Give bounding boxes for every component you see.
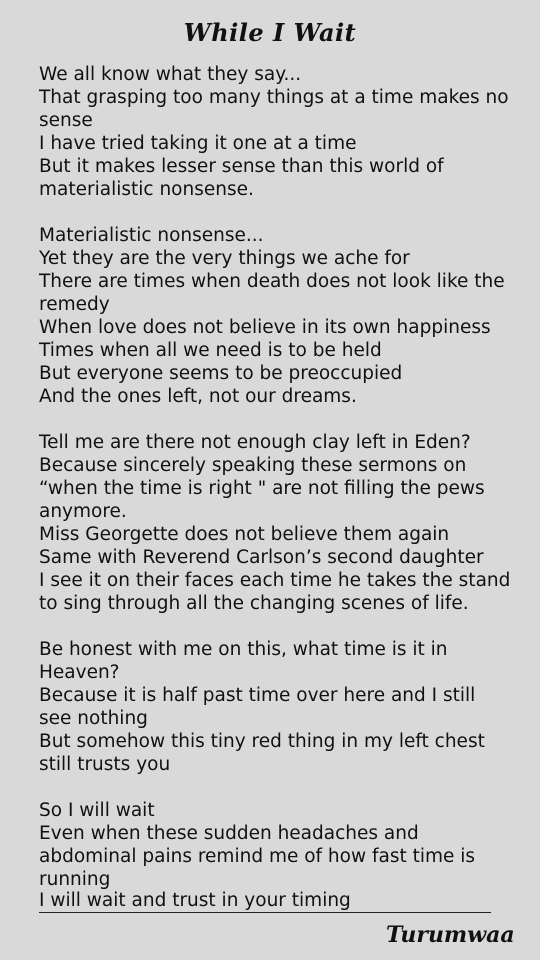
poem-line: There are times when death does not look… [39,271,505,292]
poem-line: But it makes lesser sense than this worl… [39,156,444,177]
poem-page: While I Wait We all know what they say..… [0,0,540,960]
poem-line: Yet they are the very things we ache for [39,248,410,269]
poem-line: Tell me are there not enough clay left i… [39,432,471,453]
poem-line: materialistic nonsense. [39,179,254,200]
poem-line: We all know what they say... [39,64,302,85]
poem-line: Same with Reverend Carlson’s second daug… [39,547,484,568]
poem-last-line-underlined: I will wait and trust in your timing [39,891,491,913]
poem-line: Heaven? [39,662,120,683]
poem-line: Because sincerely speaking these sermons… [39,455,467,476]
poem-body: We all know what they say... That graspi… [39,63,529,913]
poem-line: to sing through all the changing scenes … [39,593,469,614]
poem-line: anymore. [39,501,127,522]
poem-line: Materialistic nonsense... [39,225,264,246]
poem-line: running [39,869,111,890]
poem-line: So I will wait [39,800,155,821]
poem-title: While I Wait [183,18,357,47]
poem-line: Even when these sudden headaches and [39,823,419,844]
poem-line: I see it on their faces each time he tak… [39,570,511,591]
poem-line: But somehow this tiny red thing in my le… [39,731,485,752]
poem-line: sense [39,110,93,131]
poem-line: still trusts you [39,754,171,775]
poem-line: abdominal pains remind me of how fast ti… [39,846,476,867]
poem-line: And the ones left, not our dreams. [39,386,357,407]
stanza-3: Tell me are there not enough clay left i… [39,431,529,615]
poem-line: “when the time is right " are not fillin… [39,478,485,499]
poem-line: Miss Georgette does not believe them aga… [39,524,450,545]
poem-line: But everyone seems to be preoccupied [39,363,403,384]
stanza-4: Be honest with me on this, what time is … [39,638,529,776]
poem-line: Times when all we need is to be held [39,340,382,361]
poem-line: When love does not believe in its own ha… [39,317,491,338]
stanza-5: So I will wait Even when these sudden he… [39,799,529,913]
poem-line: Be honest with me on this, what time is … [39,639,448,660]
author-signature: Turumwaa [386,922,515,948]
poem-line: Because it is half past time over here a… [39,685,476,706]
poem-line: remedy [39,294,110,315]
stanza-1: We all know what they say... That graspi… [39,63,529,201]
poem-line: see nothing [39,708,148,729]
poem-line: I have tried taking it one at a time [39,133,357,154]
poem-line: That grasping too many things at a time … [39,87,509,108]
stanza-2: Materialistic nonsense... Yet they are t… [39,224,529,408]
